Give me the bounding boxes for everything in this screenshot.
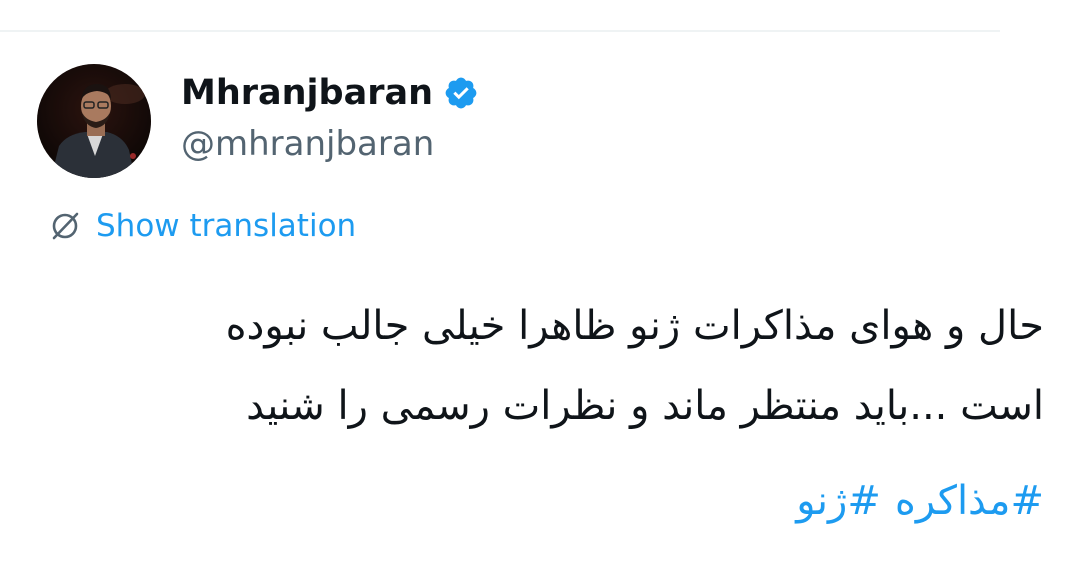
top-divider (0, 30, 1000, 32)
tweet-text: حال و هوای مذاکرات ژنو ظاهرا خیلی جالب ن… (84, 286, 1044, 446)
display-name[interactable]: Mhranjbaran (181, 73, 433, 113)
show-translation-button[interactable]: Show translation (48, 204, 356, 248)
author-name-row: Mhranjbaran (181, 68, 479, 118)
avatar-image (37, 64, 151, 178)
hashtag-list: #مذاکره #ژنو (796, 471, 1044, 531)
verified-badge-icon (443, 75, 479, 111)
translate-icon (48, 209, 82, 243)
avatar[interactable] (37, 64, 151, 178)
hashtag-link[interactable]: #مذاکره (895, 478, 1044, 524)
show-translation-label: Show translation (96, 208, 357, 244)
tweet-text-line: است ...باید منتظر ماند و نظرات رسمی را ش… (246, 383, 1044, 429)
author-handle[interactable]: @mhranjbaran (181, 124, 434, 164)
tweet-text-line: حال و هوای مذاکرات ژنو ظاهرا خیلی جالب ن… (225, 303, 1044, 349)
hashtag-link[interactable]: #ژنو (796, 478, 881, 524)
